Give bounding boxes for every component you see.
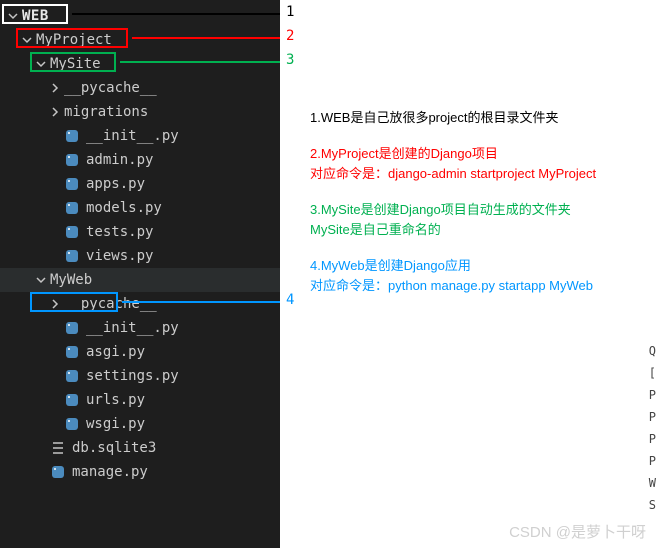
item-label: __pycache__	[64, 296, 157, 312]
item-label: manage.py	[72, 464, 148, 480]
python-file-icon	[64, 152, 80, 168]
chevron-down-icon	[20, 33, 34, 47]
item-label: apps.py	[86, 176, 145, 192]
python-file-icon	[64, 368, 80, 384]
python-file-icon	[64, 416, 80, 432]
python-file-icon	[64, 344, 80, 360]
annotation-text-4b: 对应命令是：python manage.py startapp MyWeb	[310, 276, 593, 296]
annotation-text-3b: MySite是自己重命名的	[310, 220, 441, 240]
tree-folder-mysite[interactable]: MySite	[0, 52, 280, 76]
arrow-line	[120, 61, 280, 63]
tree-folder-myweb[interactable]: MyWeb	[0, 268, 280, 292]
python-file-icon	[50, 464, 66, 480]
annotation-number-2: 2	[286, 28, 294, 44]
tree-folder[interactable]: __pycache__	[0, 76, 280, 100]
annotation-number-4: 4	[286, 292, 294, 308]
python-file-icon	[64, 248, 80, 264]
tree-file[interactable]: models.py	[0, 196, 280, 220]
tree-folder[interactable]: __pycache__	[0, 292, 280, 316]
python-file-icon	[64, 224, 80, 240]
arrow-line	[72, 13, 280, 15]
annotation-text-2b: 对应命令是：django-admin startproject MyProjec…	[310, 164, 596, 184]
chevron-right-icon	[48, 297, 62, 311]
chevron-down-icon	[6, 9, 20, 23]
item-label: __init__.py	[86, 320, 179, 336]
watermark: CSDN @是萝卜干呀	[509, 521, 646, 542]
tree-folder[interactable]: migrations	[0, 100, 280, 124]
tree-file[interactable]: views.py	[0, 244, 280, 268]
annotation-number-1: 1	[286, 4, 294, 20]
tree-file[interactable]: tests.py	[0, 220, 280, 244]
python-file-icon	[64, 392, 80, 408]
annotation-text-2a: 2.MyProject是创建的Django项目	[310, 144, 498, 164]
tree-file[interactable]: wsgi.py	[0, 412, 280, 436]
tree-file[interactable]: __init__.py	[0, 316, 280, 340]
annotation-number-3: 3	[286, 52, 294, 68]
item-label: urls.py	[86, 392, 145, 408]
chevron-down-icon	[34, 57, 48, 71]
annotation-panel: 1 2 3 4 1.WEB是自己放很多project的根目录文件夹 2.MyPr…	[280, 0, 656, 548]
truncated-text-edge: Q[PPPPWS	[649, 340, 656, 516]
arrow-line	[132, 37, 280, 39]
tree-file[interactable]: asgi.py	[0, 340, 280, 364]
root-label: WEB	[22, 8, 49, 24]
tree-file[interactable]: apps.py	[0, 172, 280, 196]
annotation-text-3a: 3.MySite是创建Django项目自动生成的文件夹	[310, 200, 571, 220]
folder-label: MySite	[50, 56, 101, 72]
annotation-text-1: 1.WEB是自己放很多project的根目录文件夹	[310, 108, 558, 128]
item-label: settings.py	[86, 368, 179, 384]
item-label: wsgi.py	[86, 416, 145, 432]
item-label: tests.py	[86, 224, 153, 240]
python-file-icon	[64, 320, 80, 336]
chevron-down-icon	[34, 273, 48, 287]
item-label: db.sqlite3	[72, 440, 156, 456]
item-label: models.py	[86, 200, 162, 216]
arrow-line	[122, 301, 280, 303]
item-label: migrations	[64, 104, 148, 120]
tree-file[interactable]: admin.py	[0, 148, 280, 172]
chevron-right-icon	[48, 81, 62, 95]
tree-file[interactable]: manage.py	[0, 460, 280, 484]
item-label: admin.py	[86, 152, 153, 168]
item-label: asgi.py	[86, 344, 145, 360]
item-label: __pycache__	[64, 80, 157, 96]
tree-file[interactable]: __init__.py	[0, 124, 280, 148]
python-file-icon	[64, 128, 80, 144]
chevron-right-icon	[48, 105, 62, 119]
tree-folder-myproject[interactable]: MyProject	[0, 28, 280, 52]
tree-file[interactable]: urls.py	[0, 388, 280, 412]
tree-file[interactable]: db.sqlite3	[0, 436, 280, 460]
folder-label: MyProject	[36, 32, 112, 48]
item-label: __init__.py	[86, 128, 179, 144]
tree-root[interactable]: WEB	[0, 4, 280, 28]
tree-file[interactable]: settings.py	[0, 364, 280, 388]
annotation-text-4a: 4.MyWeb是创建Django应用	[310, 256, 471, 276]
folder-label: MyWeb	[50, 272, 92, 288]
file-explorer-sidebar: WEB MyProject MySite __pycache__ migratio…	[0, 0, 280, 548]
item-label: views.py	[86, 248, 153, 264]
database-file-icon	[50, 440, 66, 456]
python-file-icon	[64, 200, 80, 216]
python-file-icon	[64, 176, 80, 192]
